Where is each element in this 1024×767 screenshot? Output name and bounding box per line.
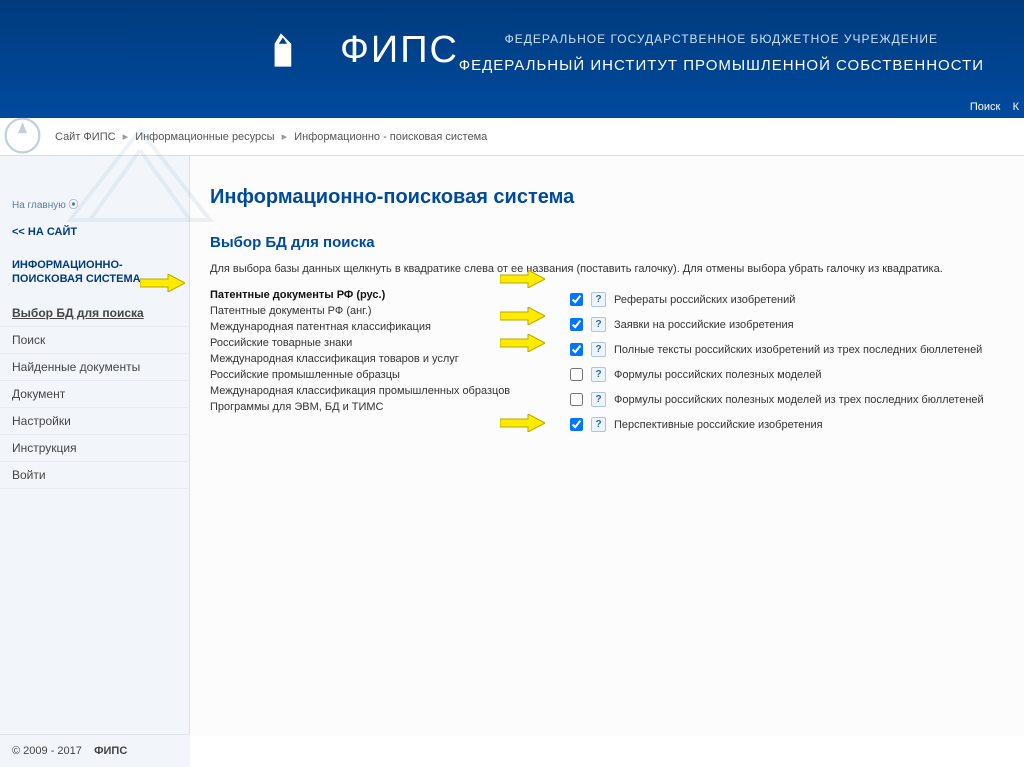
intro-text: Для выбора базы данных щелкнуть в квадра… <box>210 263 1004 275</box>
db-checkbox[interactable] <box>570 318 583 331</box>
database-list: ? Рефераты российских изобретений ? Заяв… <box>570 287 1004 437</box>
database-row: ? Формулы российских полезных моделей из… <box>570 387 1004 412</box>
header-subtitle1: ФЕДЕРАЛЬНОЕ ГОСУДАРСТВЕННОЕ БЮДЖЕТНОЕ УЧ… <box>459 30 984 49</box>
db-checkbox[interactable] <box>570 393 583 406</box>
db-checkbox[interactable] <box>570 368 583 381</box>
category-item[interactable]: Российские промышленные образцы <box>210 367 530 383</box>
database-row: ? Рефераты российских изобретений <box>570 287 1004 312</box>
emblem-icon <box>0 113 45 158</box>
help-icon[interactable]: ? <box>591 367 606 382</box>
header-subtitle2: ФЕДЕРАЛЬНЫЙ ИНСТИТУТ ПРОМЫШЛЕННОЙ СОБСТВ… <box>459 54 984 78</box>
category-item[interactable]: Патентные документы РФ (анг.) <box>210 303 530 319</box>
db-checkbox[interactable] <box>570 343 583 356</box>
breadcrumb-sep: ▸ <box>282 131 288 143</box>
database-row: ? Полные тексты российских изобретений и… <box>570 337 1004 362</box>
database-row: ? Формулы российских полезных моделей <box>570 362 1004 387</box>
category-item[interactable]: Программы для ЭВМ, БД и ТИМС <box>210 399 530 415</box>
db-label: Рефераты российских изобретений <box>614 294 795 306</box>
fips-logo-icon <box>260 25 310 75</box>
header-link-search[interactable]: Поиск <box>970 101 1000 113</box>
category-list: Патентные документы РФ (рус.) Патентные … <box>210 287 530 437</box>
db-label: Формулы российских полезных моделей из т… <box>614 394 984 406</box>
db-label: Полные тексты российских изобретений из … <box>614 344 982 356</box>
category-item[interactable]: Патентные документы РФ (рус.) <box>210 287 530 303</box>
database-row: ? Перспективные российские изобретения <box>570 412 1004 437</box>
category-item[interactable]: Российские товарные знаки <box>210 335 530 351</box>
section-title: Выбор БД для поиска <box>210 234 1004 251</box>
help-icon[interactable]: ? <box>591 317 606 332</box>
footer-copyright: © 2009 - 2017 <box>12 745 82 757</box>
brand-text: ФИПС <box>340 29 459 72</box>
help-icon[interactable]: ? <box>591 417 606 432</box>
content: Информационно-поисковая система Выбор БД… <box>190 156 1024 736</box>
db-checkbox[interactable] <box>570 293 583 306</box>
breadcrumb-item-2[interactable]: Информационно - поисковая система <box>294 131 487 143</box>
footer: © 2009 - 2017 ФИПС <box>0 734 190 767</box>
header: ФИПС ФЕДЕРАЛЬНОЕ ГОСУДАРСТВЕННОЕ БЮДЖЕТН… <box>0 0 1024 118</box>
database-row: ? Заявки на российские изобретения <box>570 312 1004 337</box>
sidebar: На главную ⦿ << НА САЙТ ИНФОРМАЦИОННО-ПО… <box>0 156 190 736</box>
sidebar-back-link[interactable]: << НА САЙТ <box>0 226 189 253</box>
footer-org: ФИПС <box>94 745 127 757</box>
sidebar-item-db-select[interactable]: Выбор БД для поиска <box>0 300 189 327</box>
sidebar-item-settings[interactable]: Настройки <box>0 408 189 435</box>
db-label: Заявки на российские изобретения <box>614 319 794 331</box>
category-item[interactable]: Международная классификация промышленных… <box>210 383 530 399</box>
db-label: Формулы российских полезных моделей <box>614 369 821 381</box>
help-icon[interactable]: ? <box>591 392 606 407</box>
category-item[interactable]: Международная патентная классификация <box>210 319 530 335</box>
db-checkbox[interactable] <box>570 418 583 431</box>
sidebar-item-login[interactable]: Войти <box>0 462 189 489</box>
sidebar-item-instructions[interactable]: Инструкция <box>0 435 189 462</box>
sidebar-item-found[interactable]: Найденные документы <box>0 354 189 381</box>
header-link-k[interactable]: К <box>1013 101 1019 113</box>
help-icon[interactable]: ? <box>591 292 606 307</box>
page-title: Информационно-поисковая система <box>210 186 1004 209</box>
sidebar-item-document[interactable]: Документ <box>0 381 189 408</box>
help-icon[interactable]: ? <box>591 342 606 357</box>
db-label: Перспективные российские изобретения <box>614 419 823 431</box>
sidebar-heading: ИНФОРМАЦИОННО-ПОИСКОВАЯ СИСТЕМА <box>0 253 189 292</box>
sidebar-item-search[interactable]: Поиск <box>0 327 189 354</box>
category-item[interactable]: Международная классификация товаров и ус… <box>210 351 530 367</box>
